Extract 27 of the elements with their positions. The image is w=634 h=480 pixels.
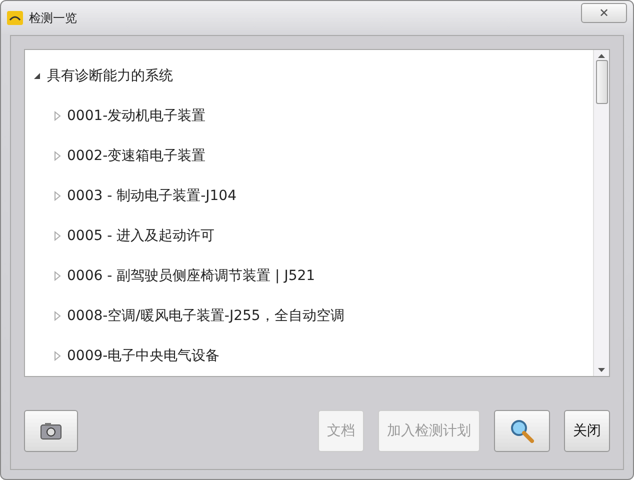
scroll-down-icon bbox=[598, 368, 605, 372]
window-title: 检测一览 bbox=[29, 10, 77, 27]
tree-group-label[interactable]: 具有诊断能力的系统 bbox=[47, 66, 173, 86]
expand-arrow-icon[interactable] bbox=[53, 351, 61, 361]
scroll-thumb[interactable] bbox=[596, 60, 608, 104]
tree-item[interactable]: 0008-空调/暖风电子装置-J255，全自动空调 bbox=[67, 306, 344, 326]
button[interactable]: 关闭 bbox=[564, 410, 610, 452]
tree-item[interactable]: 0003 - 制动电子装置-J104 bbox=[67, 186, 236, 206]
expand-arrow-icon[interactable] bbox=[53, 311, 61, 321]
tree-item[interactable]: 0002-变速箱电子装置 bbox=[67, 146, 206, 166]
app-icon bbox=[7, 11, 23, 25]
tree-item[interactable]: 0001-发动机电子装置 bbox=[67, 106, 206, 126]
expand-arrow-icon[interactable] bbox=[53, 271, 61, 281]
scroll-up-icon bbox=[598, 54, 605, 58]
expand-arrow-icon[interactable] bbox=[53, 111, 61, 121]
tree-item[interactable]: 0009-电子中央电气设备 bbox=[67, 346, 220, 366]
close-button[interactable]: ✕ bbox=[581, 3, 627, 23]
tree-item[interactable]: 0005 - 进入及起动许可 bbox=[67, 226, 215, 246]
tree-item[interactable]: 0006 - 副驾驶员侧座椅调节装置 | J521 bbox=[67, 266, 316, 286]
camera-button[interactable] bbox=[24, 410, 78, 452]
expand-arrow-icon[interactable] bbox=[53, 191, 61, 201]
search-icon bbox=[510, 419, 534, 443]
search-button[interactable] bbox=[494, 410, 550, 452]
expand-arrow-icon[interactable] bbox=[53, 231, 61, 241]
camera-icon bbox=[40, 422, 62, 440]
collapse-arrow-icon[interactable] bbox=[33, 71, 41, 81]
expand-arrow-icon[interactable] bbox=[53, 151, 61, 161]
